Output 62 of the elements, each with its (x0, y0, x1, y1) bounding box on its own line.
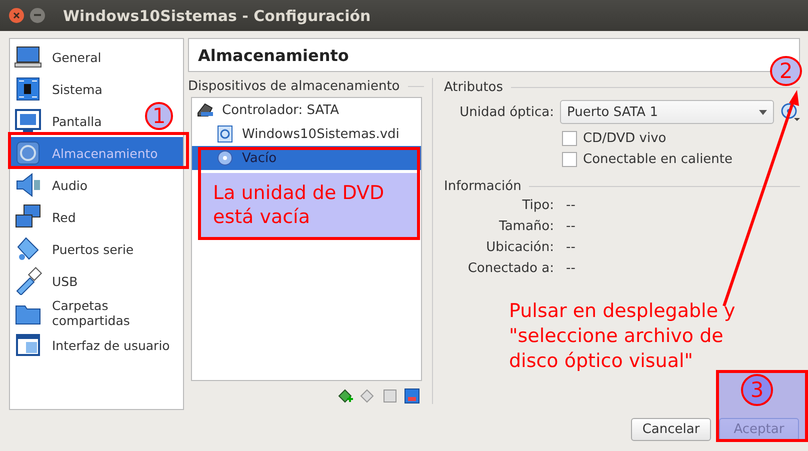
cancel-button[interactable]: Cancelar (631, 418, 711, 441)
category-icon (14, 267, 42, 295)
sidebar-item-label: Pantalla (52, 114, 102, 128)
sidebar-item-label: Puertos serie (52, 242, 134, 256)
sidebar-item-label: Audio (52, 178, 88, 192)
category-icon (14, 171, 42, 199)
sidebar-item-label: Interfaz de usuario (52, 338, 170, 352)
category-icon (14, 139, 42, 167)
sidebar-item[interactable]: Pantalla (10, 105, 106, 137)
checkbox[interactable] (562, 131, 577, 146)
checkbox-label: Conectable en caliente (583, 152, 733, 167)
sidebar-item-label: General (52, 50, 102, 64)
tree-item-label: Controlador: SATA (222, 102, 339, 118)
sidebar-item[interactable]: USB (10, 265, 82, 297)
group-heading: Atributos (444, 80, 504, 94)
sidebar-item[interactable]: Puertos serie (10, 233, 138, 265)
save-icon[interactable] (404, 388, 420, 404)
checkbox-label: CD/DVD vivo (583, 131, 666, 146)
close-button[interactable] (9, 8, 24, 23)
info-value: -- (566, 219, 576, 234)
sidebar-item-label: Red (52, 210, 76, 224)
sidebar-item[interactable]: Audio (10, 169, 92, 201)
optical-drive-dropdown[interactable]: Puerto SATA 1 (560, 100, 774, 124)
sidebar-item-label: Sistema (52, 82, 102, 96)
sidebar-item[interactable]: Carpetas compartidas (10, 297, 183, 329)
tree-item-label: Vacío (242, 150, 277, 166)
minimize-button[interactable] (30, 8, 45, 23)
add-attachment-icon[interactable] (338, 388, 354, 404)
sidebar-item[interactable]: Sistema (10, 73, 106, 105)
step-marker: 3 (741, 374, 773, 406)
sidebar-item[interactable]: Interfaz de usuario (10, 329, 174, 361)
tree-item-label: Windows10Sistemas.vdi (242, 126, 400, 142)
window-title: Windows10Sistemas - Configuración (63, 6, 371, 24)
info-label: Ubicación: (485, 240, 554, 255)
sidebar-item-label: Almacenamiento (52, 146, 158, 160)
tree-item[interactable]: Controlador: SATA (192, 98, 421, 122)
sidebar-item-label: Carpetas compartidas (52, 298, 131, 328)
category-icon (14, 331, 42, 359)
sidebar-item-label: USB (52, 274, 78, 288)
info-value: -- (566, 198, 576, 213)
category-icon (14, 107, 42, 135)
group-heading: Información (444, 178, 522, 194)
category-icon (14, 75, 42, 103)
disc-icon (216, 149, 234, 168)
info-label: Conectado a: (466, 261, 554, 276)
checkbox[interactable] (562, 152, 577, 167)
remove-attachment-icon[interactable] (360, 388, 376, 404)
info-value: -- (566, 261, 576, 276)
info-value: -- (566, 240, 576, 255)
close-icon (13, 12, 20, 19)
minimize-icon (34, 14, 41, 17)
info-label: Tamaño: (498, 219, 554, 234)
controller-icon (196, 101, 214, 120)
annotation-note: La unidad de DVD está vacía (198, 173, 420, 240)
annotation-instruction: Pulsar en desplegable y "seleccione archivo de disco óptico visual" (509, 299, 736, 374)
field-label: Unidad óptica: (458, 104, 554, 120)
step-marker: 2 (770, 56, 802, 86)
tree-item[interactable]: Windows10Sistemas.vdi (192, 122, 421, 146)
sidebar-item[interactable]: General (10, 41, 106, 73)
group-heading: Dispositivos de almacenamiento (188, 79, 400, 94)
sidebar-item[interactable]: Red (10, 201, 80, 233)
info-label: Tipo: (521, 198, 554, 213)
